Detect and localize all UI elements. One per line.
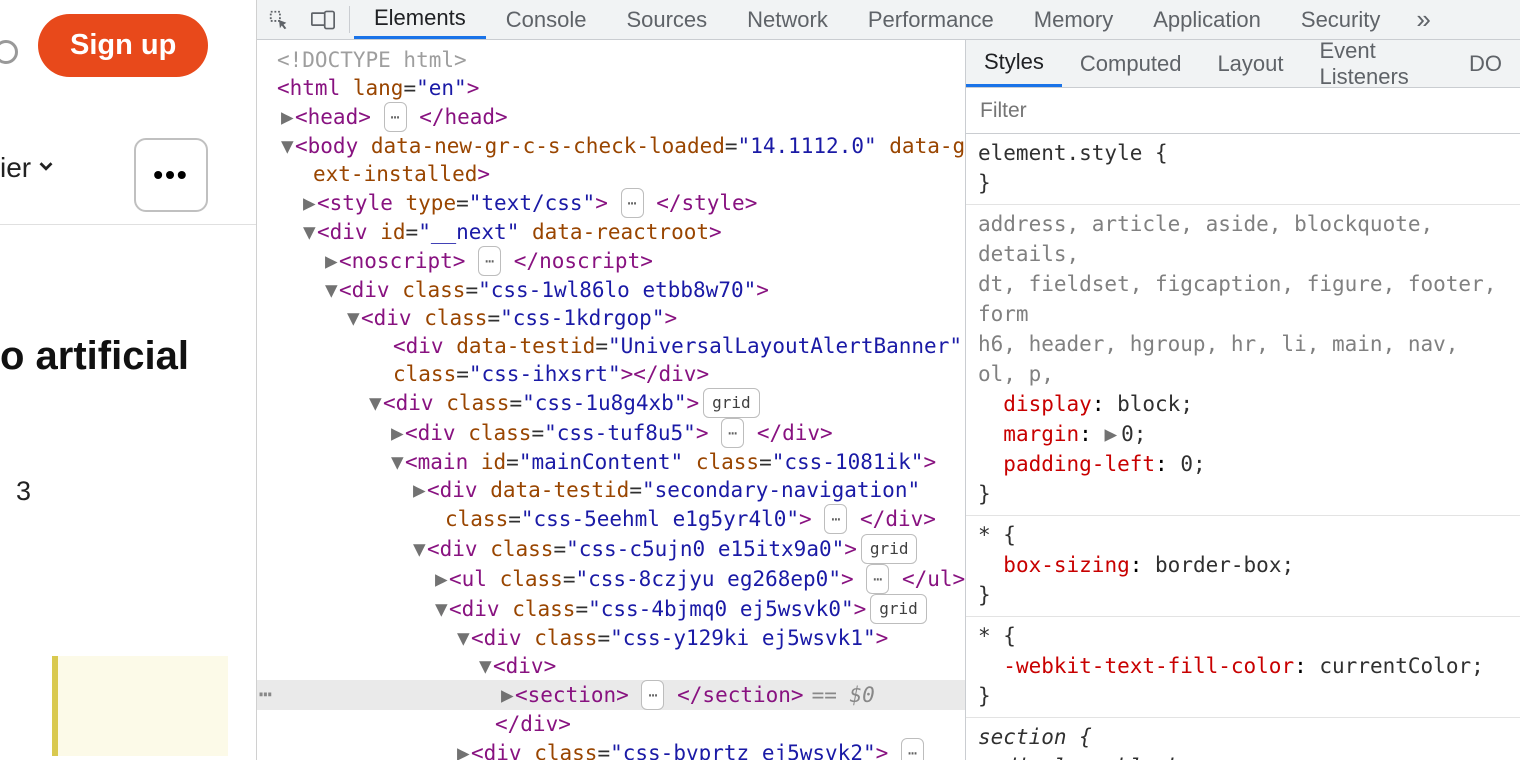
dom-line[interactable]: class="css-5eehml e1g5yr4l0"> ⋯ </div>: [257, 504, 965, 534]
divider: [0, 224, 256, 225]
device-toggle-icon[interactable]: [301, 0, 345, 39]
more-button[interactable]: •••: [134, 138, 208, 212]
separator: [349, 6, 350, 33]
styles-filter-row: [966, 88, 1520, 134]
subtab-event-listeners[interactable]: Event Listeners: [1302, 40, 1452, 87]
dom-line[interactable]: ▼<div class="css-c5ujn0 e15itx9a0">grid: [257, 534, 965, 564]
subtab-styles[interactable]: Styles: [966, 40, 1062, 87]
dom-line[interactable]: <div data-testid="UniversalLayoutAlertBa…: [257, 332, 965, 360]
headline-fragment: o artificial: [0, 334, 189, 379]
dom-line[interactable]: ▼<div class="css-1u8g4xb">grid: [257, 388, 965, 418]
subtab-dom-breakpoints[interactable]: DO: [1451, 40, 1520, 87]
dom-line[interactable]: </div>: [257, 710, 965, 738]
devtools-tabbar: Elements Console Sources Network Perform…: [257, 0, 1520, 40]
dom-line[interactable]: ▼<div class="css-y129ki ej5wsvk1">: [257, 624, 965, 652]
chevron-down-icon: [35, 152, 57, 184]
dom-line-selected[interactable]: ⋯▶<section> ⋯ </section>== $0: [257, 680, 965, 710]
tabs-overflow-icon[interactable]: »: [1400, 0, 1446, 39]
styles-panel: Styles Computed Layout Event Listeners D…: [965, 40, 1520, 760]
dom-line[interactable]: ▶<style type="text/css"> ⋯ </style>: [257, 188, 965, 218]
dom-line[interactable]: ▶<div class="css-bvprtz ej5wsvk2"> ⋯: [257, 738, 965, 760]
styles-body[interactable]: element.style { } address, article, asid…: [966, 134, 1520, 760]
css-rule[interactable]: section { display: block; }: [966, 718, 1520, 760]
page-number: 3: [16, 476, 31, 507]
tab-application[interactable]: Application: [1133, 0, 1281, 39]
dropdown-label: ier: [0, 152, 31, 184]
styles-filter-input[interactable]: [978, 98, 1508, 124]
css-rule[interactable]: element.style { }: [966, 134, 1520, 205]
subtab-layout[interactable]: Layout: [1199, 40, 1301, 87]
dom-line[interactable]: <html lang="en">: [257, 74, 965, 102]
signup-button[interactable]: Sign up: [38, 14, 208, 77]
devtools-panel: Elements Console Sources Network Perform…: [256, 0, 1520, 760]
tab-sources[interactable]: Sources: [606, 0, 727, 39]
highlight-block: [58, 656, 228, 756]
dom-line[interactable]: ▼<div class="css-1wl86lo etbb8w70">: [257, 276, 965, 304]
css-rule[interactable]: * { box-sizing: border-box; }: [966, 516, 1520, 617]
dom-line[interactable]: ▶<head> ⋯ </head>: [257, 102, 965, 132]
tab-memory[interactable]: Memory: [1014, 0, 1133, 39]
dom-line[interactable]: ▼<body data-new-gr-c-s-check-loaded="14.…: [257, 132, 965, 160]
dom-line[interactable]: ▼<div class="css-4bjmq0 ej5wsvk0">grid: [257, 594, 965, 624]
dom-line[interactable]: ▶<div data-testid="secondary-navigation": [257, 476, 965, 504]
tab-performance[interactable]: Performance: [848, 0, 1014, 39]
css-rule[interactable]: * { -webkit-text-fill-color: currentColo…: [966, 617, 1520, 718]
dom-line[interactable]: ▶<noscript> ⋯ </noscript>: [257, 246, 965, 276]
tab-security[interactable]: Security: [1281, 0, 1400, 39]
css-rule[interactable]: address, article, aside, blockquote, det…: [966, 205, 1520, 516]
styles-subtabs: Styles Computed Layout Event Listeners D…: [966, 40, 1520, 88]
dom-line[interactable]: ▼<div id="__next" data-reactroot>: [257, 218, 965, 246]
dom-line[interactable]: ▼<main id="mainContent" class="css-1081i…: [257, 448, 965, 476]
dom-line[interactable]: class="css-ihxsrt"></div>: [257, 360, 965, 388]
dom-tree[interactable]: <!DOCTYPE html> <html lang="en"> ▶<head>…: [257, 40, 965, 760]
filter-dropdown[interactable]: ier: [0, 152, 57, 184]
inspect-icon[interactable]: [257, 0, 301, 39]
dom-line[interactable]: ▶<ul class="css-8czjyu eg268ep0"> ⋯ </ul…: [257, 564, 965, 594]
dom-line[interactable]: ▼<div class="css-1kdrgop">: [257, 304, 965, 332]
tab-network[interactable]: Network: [727, 0, 848, 39]
tab-elements[interactable]: Elements: [354, 0, 486, 39]
subtab-computed[interactable]: Computed: [1062, 40, 1200, 87]
tab-console[interactable]: Console: [486, 0, 607, 39]
search-icon[interactable]: [0, 40, 18, 64]
dom-line[interactable]: ext-installed>: [257, 160, 965, 188]
dom-line[interactable]: ▼<div>: [257, 652, 965, 680]
website-preview: Sign up ier ••• o artificial 3: [0, 0, 256, 760]
dom-line[interactable]: <!DOCTYPE html>: [257, 46, 965, 74]
dom-line[interactable]: ▶<div class="css-tuf8u5"> ⋯ </div>: [257, 418, 965, 448]
